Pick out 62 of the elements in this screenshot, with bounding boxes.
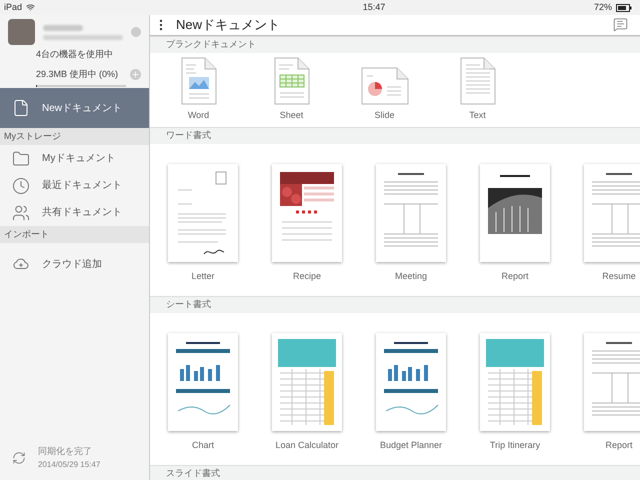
template-tile[interactable]: Resume [584,164,640,296]
template-tile[interactable]: Letter [168,164,238,296]
template-tile[interactable]: Report [584,332,640,464]
sync-time: 2014/05/29 15:47 [38,459,100,471]
battery-icon [616,4,632,12]
blank-document-icon [360,67,408,105]
clock-icon [12,176,30,194]
blank-document-icon [460,57,496,105]
sidebar-item[interactable]: Myドキュメント [0,145,149,172]
section-header: シート書式 [150,296,640,312]
template-label: Meeting [394,270,428,283]
blank-document-tile[interactable]: Word [152,55,245,122]
document-type-label: Slide [374,109,394,122]
sidebar-section-header: インポート [0,226,149,243]
section-header: ワード書式 [150,126,640,144]
sidebar-item[interactable]: クラウド追加 [0,249,149,279]
comment-icon[interactable] [613,17,628,32]
sidebar-item[interactable]: Newドキュメント [0,88,149,128]
section-header: スライド書式 [150,464,640,480]
folder-icon [12,150,30,168]
template-tile[interactable]: Recipe [272,164,342,296]
status-time: 15:47 [362,0,386,14]
storage-usage: 29.3MB 使用中 (0%) [36,68,118,81]
template-label: Resume [602,270,636,282]
document-type-label: Text [469,109,486,122]
blank-document-tile[interactable]: Sheet [245,55,338,122]
sidebar-item[interactable]: 共有ドキュメント [0,199,149,226]
template-label: Report [605,438,632,452]
section-header: ブランクドキュメント [150,36,640,52]
sidebar-section-header: Myストレージ [0,128,149,145]
people-icon [12,204,30,222]
sidebar-item[interactable]: 最近ドキュメント [0,172,149,199]
blank-document-icon [274,57,310,105]
document-icon [12,99,30,117]
template-label: Budget Planner [380,438,442,452]
document-type-label: Word [188,109,210,122]
template-label: Chart [192,438,214,452]
blank-document-icon [180,57,216,105]
template-label: Recipe [292,270,321,283]
page-title: Newドキュメント [176,16,280,34]
battery-percent: 72% [594,0,612,14]
template-label: Loan Calculator [275,438,339,452]
account-menu-icon [131,27,141,37]
template-tile[interactable]: Report [480,164,550,296]
blank-document-tile[interactable]: Text [431,55,524,122]
template-tile[interactable]: Loan Calculator [272,332,342,464]
template-label: Letter [191,270,214,282]
blurred-name [43,24,84,30]
device-label: iPad [4,0,22,14]
sync-icon [12,451,26,465]
wifi-icon [26,3,36,12]
template-tile[interactable]: Chart [168,332,238,464]
template-tile[interactable]: Trip Itinerary [480,332,550,464]
device-count: 4台の機器を使用中 [36,48,114,61]
sync-status: 同期化を完了 [38,445,93,458]
avatar [8,19,36,45]
document-type-label: Sheet [280,109,304,122]
template-tile[interactable]: Budget Planner [376,332,446,464]
template-tile[interactable]: Meeting [376,164,446,296]
template-label: Report [501,270,528,283]
template-label: Trip Itinerary [490,438,540,452]
blank-document-tile[interactable]: Slide [338,55,431,122]
